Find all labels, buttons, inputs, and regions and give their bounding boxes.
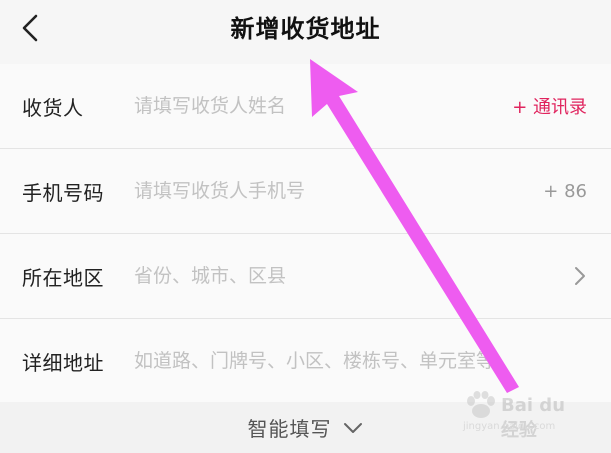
contacts-button[interactable]: + 通讯录	[512, 93, 587, 119]
country-code-selector[interactable]: + 86	[543, 181, 587, 202]
baidu-paw-logo	[467, 391, 495, 418]
watermark-url: jingyan.baidu.com	[463, 421, 556, 432]
detail-address-label: 详细地址	[22, 350, 104, 375]
region-chevron[interactable]	[573, 265, 587, 287]
header: 新增收货地址	[0, 0, 611, 64]
address-form: 收货人 + 通讯录 手机号码 + 86 所在地区 详细地址	[0, 64, 611, 404]
phone-label: 手机号码	[22, 180, 104, 205]
region-row[interactable]: 所在地区	[0, 234, 611, 319]
chevron-right-icon	[575, 267, 585, 285]
detail-address-input[interactable]	[134, 341, 611, 381]
phone-row: 手机号码 + 86	[0, 149, 611, 234]
recipient-row: 收货人 + 通讯录	[0, 64, 611, 149]
smart-fill-label: 智能填写	[247, 417, 332, 441]
region-input[interactable]	[134, 256, 611, 296]
region-label: 所在地区	[22, 265, 104, 290]
phone-input[interactable]	[134, 171, 611, 211]
chevron-down-icon	[343, 422, 362, 433]
recipient-label: 收货人	[22, 95, 84, 120]
watermark-logo-text: Bai du 经验	[501, 395, 566, 441]
page-title: 新增收货地址	[230, 15, 381, 43]
watermark: Bai du 经验 jingyan.baidu.com	[461, 391, 581, 441]
